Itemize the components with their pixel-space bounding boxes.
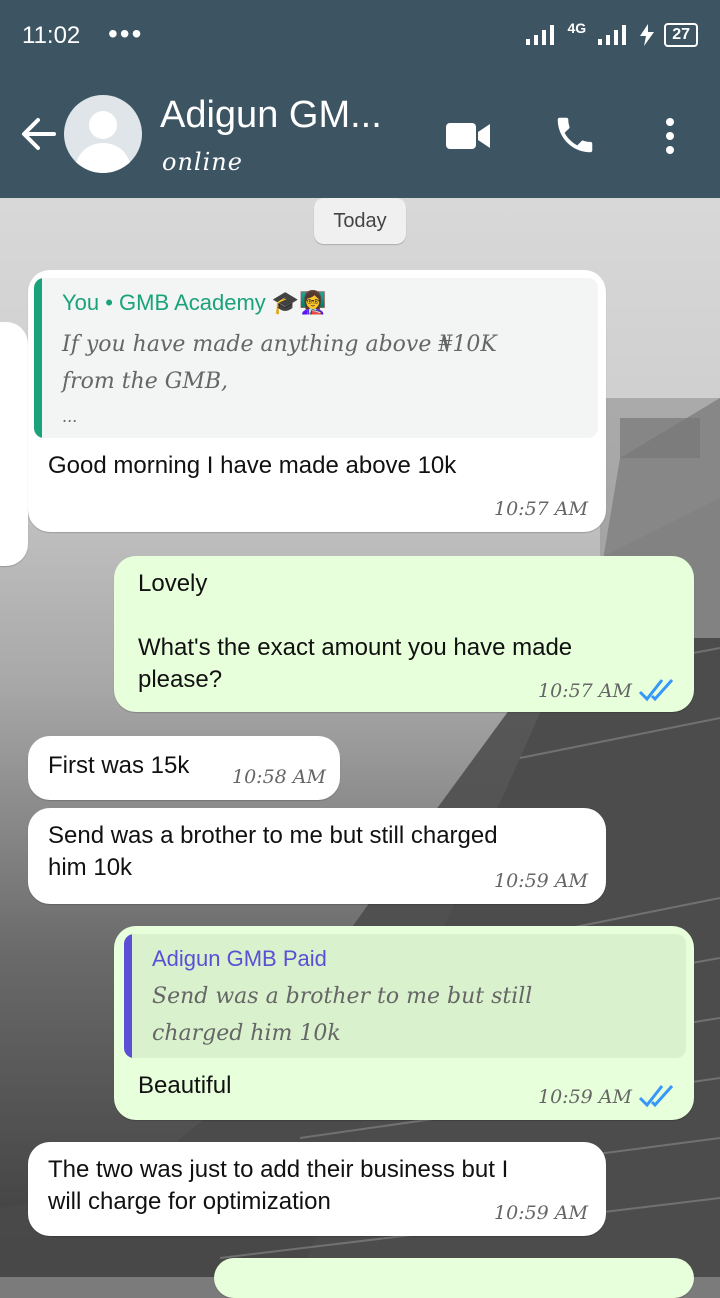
message-line-1: Lovely [138,570,208,597]
message-time: 10:59 AM [494,870,588,892]
message-time: 10:57 AM [538,680,632,702]
voice-call-icon[interactable] [552,112,598,163]
message-line-3: please? [138,666,223,693]
quote-author: Adigun GMB Paid [152,946,327,971]
message-incoming-2[interactable]: First was 15k 10:58 AM [28,736,340,800]
message-incoming-1[interactable]: You • GMB Academy 🎓👩‍🏫 If you have made … [28,270,606,532]
message-time: 10:58 AM [232,766,326,788]
status-bar: 11:02 ••• 4G 27 [0,0,720,72]
message-incoming-4[interactable]: The two was just to add their business b… [28,1142,606,1236]
message-time: 10:57 AM [494,498,588,520]
avatar-icon[interactable] [64,95,142,173]
status-icons: 4G 27 [524,20,698,50]
quote-line-1: If you have made anything above ₦10K [62,332,497,357]
quote-bar [124,934,132,1058]
signal-icon-2 [598,25,627,45]
read-ticks-icon [638,676,676,711]
message-line-2: will charge for optimization [48,1188,331,1215]
message-outgoing-2[interactable]: Adigun GMB Paid Send was a brother to me… [114,926,694,1120]
partial-bubble-bottom [214,1258,694,1298]
status-time: 11:02 [22,22,81,49]
partial-bubble [0,322,28,566]
back-arrow-icon[interactable] [18,114,58,159]
date-chip: Today [314,198,406,244]
quote-line-1: Send was a brother to me but still [152,984,533,1009]
contact-name[interactable]: Adigun GM... [160,94,382,137]
quote-line-2: from the GMB, [62,369,229,394]
message-line-1: The two was just to add their business b… [48,1156,509,1183]
quote-line-3: ... [62,407,78,426]
battery-level: 27 [664,23,698,47]
read-ticks-icon [638,1082,676,1117]
notification-dots: ••• [108,18,144,49]
more-vert-icon[interactable] [658,112,682,165]
quote-author: You • GMB Academy 🎓👩‍🏫 [62,290,327,315]
quote-line-2: charged him 10k [152,1021,341,1046]
quote-bar [34,278,42,438]
message-text: First was 15k [48,752,190,779]
chat-header: Adigun GM... online [0,72,720,198]
message-time: 10:59 AM [538,1086,632,1108]
message-line-2: What's the exact amount you have made [138,634,573,661]
quoted-message[interactable]: You • GMB Academy 🎓👩‍🏫 If you have made … [34,278,598,438]
message-outgoing-1[interactable]: Lovely What's the exact amount you have … [114,556,694,712]
message-line-2: him 10k [48,854,133,881]
charging-icon [640,24,655,46]
contact-status: online [162,148,243,176]
video-call-icon[interactable] [444,112,492,165]
message-time: 10:59 AM [494,1202,588,1224]
message-text: Beautiful [138,1072,232,1099]
signal-icon [525,25,554,45]
quoted-message[interactable]: Adigun GMB Paid Send was a brother to me… [124,934,686,1058]
message-text: Good morning I have made above 10k [48,452,457,479]
message-line-1: Send was a brother to me but still charg… [48,822,498,849]
network-type: 4G [567,20,587,36]
message-incoming-3[interactable]: Send was a brother to me but still charg… [28,808,606,904]
